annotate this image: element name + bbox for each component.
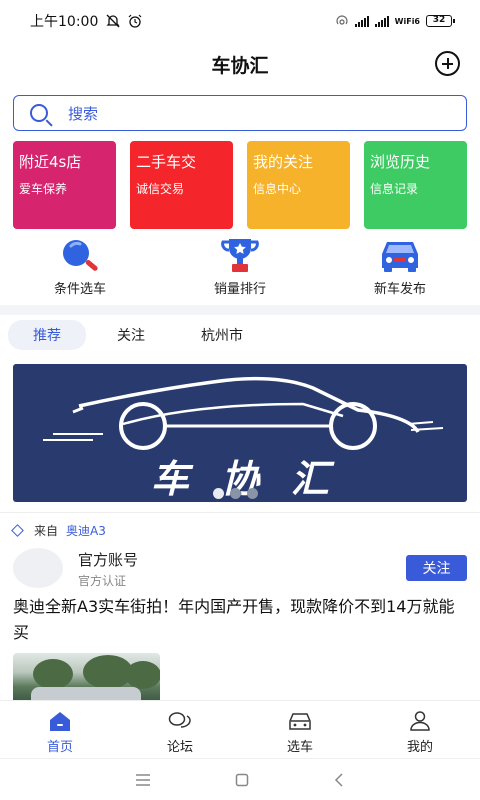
avatar[interactable] [13,548,63,588]
wifi-icon: WiFi6 [394,16,420,26]
car-icon [377,236,423,274]
nav-forum[interactable]: 论坛 [120,701,240,758]
quick-label: 销量排行 [213,282,266,297]
post-thumbnail[interactable] [13,653,160,701]
quick-new-car[interactable]: 新车发布 [320,236,480,298]
quick-label: 条件选车 [53,282,106,297]
tab-recommend[interactable]: 推荐 [8,320,86,350]
search-placeholder: 搜索 [68,104,99,123]
nav-label: 论坛 [166,740,193,755]
quick-filter-car[interactable]: 条件选车 [0,236,160,298]
quick-label: 新车发布 [373,282,426,297]
quick-entries: 条件选车 销量排行 新车发布 [0,236,480,298]
account-cert: 官方认证 [78,574,127,588]
card-my-follow[interactable]: 我的关注 信息中心 [247,141,350,229]
carousel-indicator [213,488,258,499]
home-icon [48,710,72,732]
banner-carousel[interactable]: 车协汇 [13,364,467,502]
source-tag[interactable]: 奥迪A3 [66,522,106,539]
person-icon [408,710,432,732]
battery-icon: 32 [426,15,455,27]
card-subtitle: 爱车保养 [19,182,68,196]
card-subtitle: 信息记录 [370,182,419,196]
alarm-icon [128,14,142,28]
card-history[interactable]: 浏览历史 信息记录 [364,141,467,229]
carousel-dot[interactable] [247,488,258,499]
card-title: 二手车交 [136,153,197,171]
card-title: 浏览历史 [370,153,431,171]
page-title: 车协汇 [211,54,269,77]
status-bar: 上午10:00 WiFi6 32 [0,0,480,42]
card-title: 附近4s店 [19,153,82,171]
card-title: 我的关注 [253,153,314,171]
account-name[interactable]: 官方账号 [78,549,138,570]
search-input[interactable]: 搜索 [13,95,467,131]
post-headline[interactable]: 奥迪全新A3实车街拍！年内国产开售，现款降价不到14万就能买 [13,594,467,646]
bottom-nav: 首页 论坛 选车 我的 [0,700,480,758]
thumbnail-car [31,687,141,701]
search-icon [30,104,48,122]
hotspot-icon [336,15,348,25]
tab-city[interactable]: 杭州市 [176,320,268,350]
system-nav-bar [0,758,480,800]
menu-icon[interactable] [135,773,151,786]
divider [0,512,480,513]
section-divider [0,305,480,315]
feed-tabs: 推荐 关注 杭州市 [8,320,274,350]
back-icon[interactable] [333,772,345,787]
status-time: 上午10:00 [30,14,99,30]
thumbnail-tree [125,661,160,689]
add-icon[interactable] [435,51,460,76]
carousel-dot[interactable] [213,488,224,499]
carousel-dot[interactable] [230,488,241,499]
signal-icon [354,15,369,27]
nav-label: 首页 [46,740,73,755]
card-used-car[interactable]: 二手车交 诚信交易 [130,141,233,229]
card-nearby-4s[interactable]: 附近4s店 爱车保养 [13,141,116,229]
diamond-icon [11,524,24,537]
feature-cards: 附近4s店 爱车保养 二手车交 诚信交易 我的关注 信息中心 浏览历史 信息记录 [13,141,467,229]
app-header: 车协汇 [0,42,480,86]
search-magnifier-icon [57,236,103,274]
mute-icon [106,14,120,28]
nav-label: 我的 [406,740,433,755]
nav-home[interactable]: 首页 [0,701,120,758]
card-subtitle: 信息中心 [253,182,302,196]
tab-follow[interactable]: 关注 [92,320,170,350]
thumbnail-tree [33,659,73,689]
home-square-icon[interactable] [235,773,249,787]
nav-label: 选车 [286,740,313,755]
car-outline-icon [288,710,312,732]
trophy-icon [217,236,263,274]
follow-button[interactable]: 关注 [406,555,467,581]
battery-level: 32 [432,15,446,25]
post-author: 官方账号 官方认证 关注 [13,546,467,590]
nav-choose-car[interactable]: 选车 [240,701,360,758]
card-subtitle: 诚信交易 [136,182,185,196]
nav-mine[interactable]: 我的 [360,701,480,758]
post-source: 来自 奥迪A3 [11,522,106,539]
from-label: 来自 [34,524,59,538]
quick-sales-rank[interactable]: 销量排行 [160,236,320,298]
chat-bubbles-icon [168,710,192,732]
signal-icon [374,15,389,27]
